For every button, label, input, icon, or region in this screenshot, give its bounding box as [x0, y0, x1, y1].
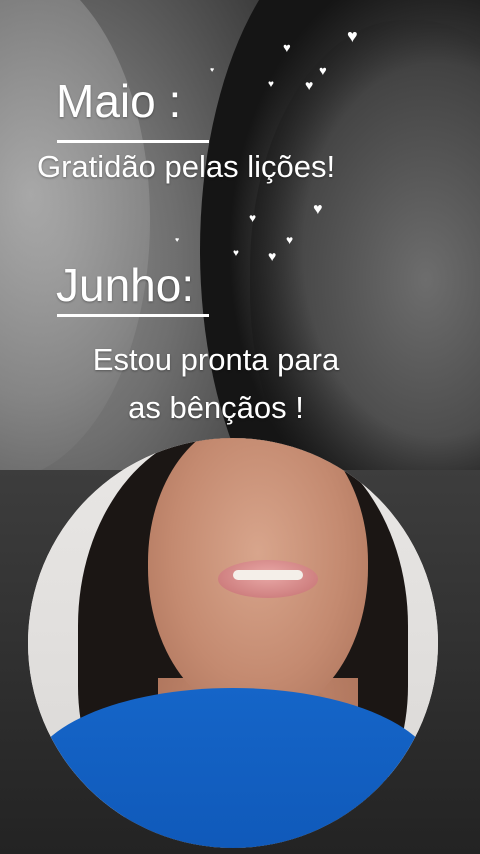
- heart-icon: ♥: [268, 248, 277, 264]
- heart-icon: ♥: [233, 248, 239, 259]
- heart-icon: ♥: [268, 79, 274, 90]
- message-june-line2: as bênçãos !: [128, 390, 304, 425]
- circular-portrait: [28, 438, 438, 848]
- message-june-line1: Estou pronta para: [92, 342, 340, 377]
- heart-icon: ♥: [210, 67, 215, 74]
- message-may: Gratidão pelas lições!: [37, 149, 336, 184]
- heart-icon: ♥: [305, 77, 314, 93]
- message-june: Estou pronta para as bênçãos !: [0, 336, 432, 432]
- heart-icon: ♥: [319, 63, 327, 78]
- heart-icon: ♥: [313, 201, 323, 218]
- month-may-title: Maio :: [56, 75, 182, 127]
- underline-may: [57, 140, 209, 143]
- heart-icon: ♥: [175, 237, 180, 244]
- month-june-title: Junho:: [56, 259, 195, 311]
- heart-icon: ♥: [286, 233, 294, 247]
- underline-june: [57, 314, 209, 317]
- heart-icon: ♥: [283, 40, 291, 55]
- heart-icon: ♥: [249, 211, 257, 225]
- heart-icon: ♥: [347, 26, 358, 46]
